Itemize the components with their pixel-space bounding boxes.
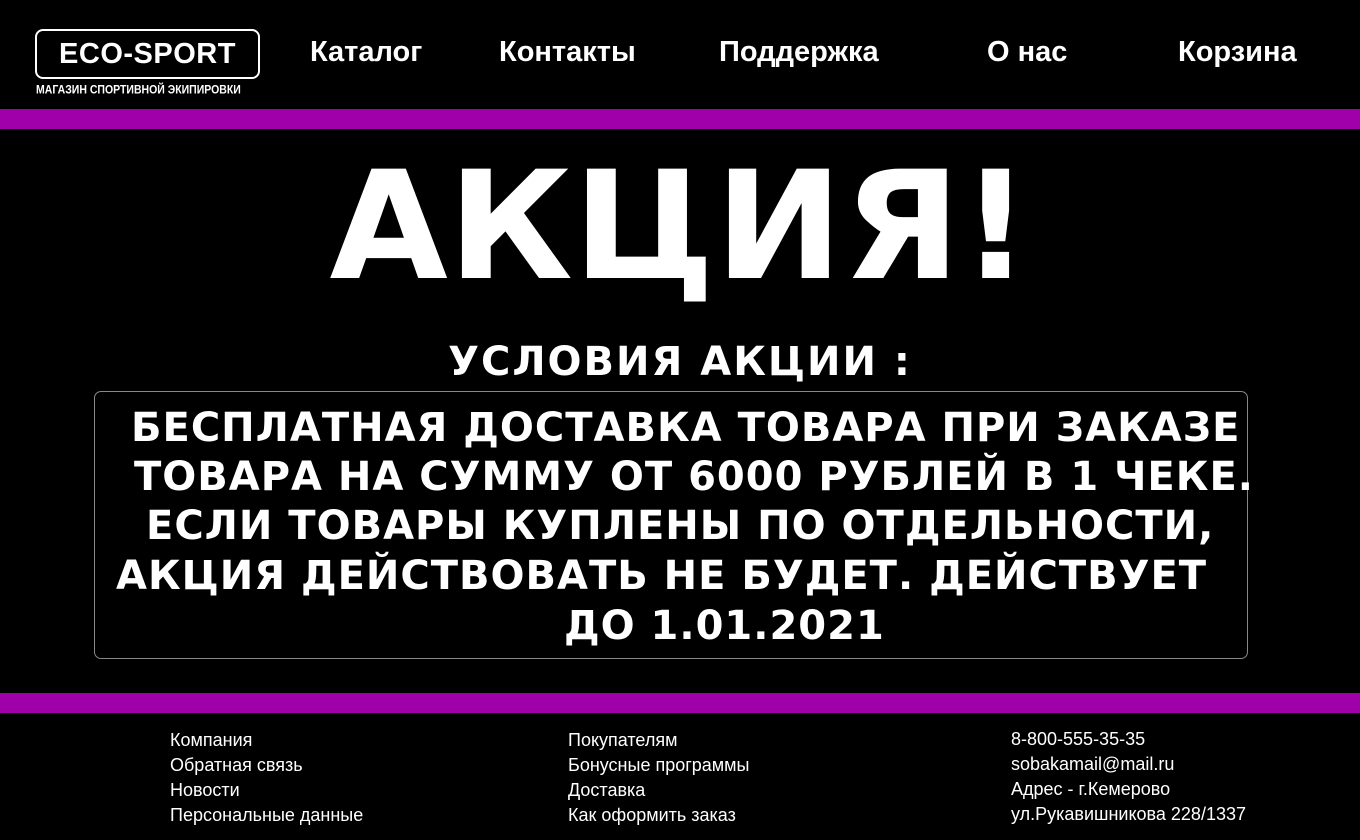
promo-title: АКЦИЯ! [329,140,1031,314]
footer-contacts-column: 8-800-555-35-35 sobakamail@mail.ru Адрес… [1011,727,1246,827]
footer-link-personal-data[interactable]: Персональные данные [170,803,363,828]
top-accent-stripe [0,109,1360,129]
promo-line-5: ДО 1.01.2021 [564,603,885,649]
promo-line-1: БЕСПЛАТНАЯ ДОСТАВКА ТОВАРА ПРИ ЗАКАЗЕ [131,405,1241,451]
footer-link-delivery[interactable]: Доставка [568,778,750,803]
footer-email: sobakamail@mail.ru [1011,754,1175,774]
logo-title: ECO-SPORT [59,37,236,70]
nav-catalog[interactable]: Каталог [310,36,422,69]
footer-link-news[interactable]: Новости [170,778,363,803]
nav-support[interactable]: Поддержка [719,36,879,69]
footer-link-bonus[interactable]: Бонусные программы [568,753,750,778]
nav-cart[interactable]: Корзина [1178,36,1297,69]
bottom-accent-stripe [0,693,1360,713]
promo-line-2: ТОВАРА НА СУММУ ОТ 6000 РУБЛЕЙ В 1 ЧЕКЕ. [134,454,1254,500]
nav-about[interactable]: О нас [987,36,1067,69]
promo-line-4: АКЦИЯ ДЕЙСТВОВАТЬ НЕ БУДЕТ. ДЕЙСТВУЕТ [116,553,1208,599]
nav-contacts[interactable]: Контакты [499,36,636,69]
logo[interactable]: ECO-SPORT [35,29,260,79]
footer-link-company[interactable]: Компания [170,728,363,753]
footer-link-how-to-order[interactable]: Как оформить заказ [568,803,750,828]
footer-phone: 8-800-555-35-35 [1011,729,1146,749]
footer-address-city: Адрес - г.Кемерово [1011,779,1171,799]
logo-subtitle: МАГАЗИН СПОРТИВНОЙ ЭКИПИРОВКИ [36,83,241,97]
footer-customers-column: Покупателям Бонусные программы Доставка … [568,728,750,828]
footer-company-column: Компания Обратная связь Новости Персонал… [170,728,363,828]
site-header: ECO-SPORT МАГАЗИН СПОРТИВНОЙ ЭКИПИРОВКИ … [0,0,1360,108]
footer-link-feedback[interactable]: Обратная связь [170,753,363,778]
footer-address-street: ул.Рукавишникова 228/1337 [1011,804,1246,824]
footer-link-customers[interactable]: Покупателям [568,728,750,753]
promo-line-3: ЕСЛИ ТОВАРЫ КУПЛЕНЫ ПО ОТДЕЛЬНОСТИ, [146,503,1215,549]
promo-subtitle: УСЛОВИЯ АКЦИИ : [448,339,912,385]
